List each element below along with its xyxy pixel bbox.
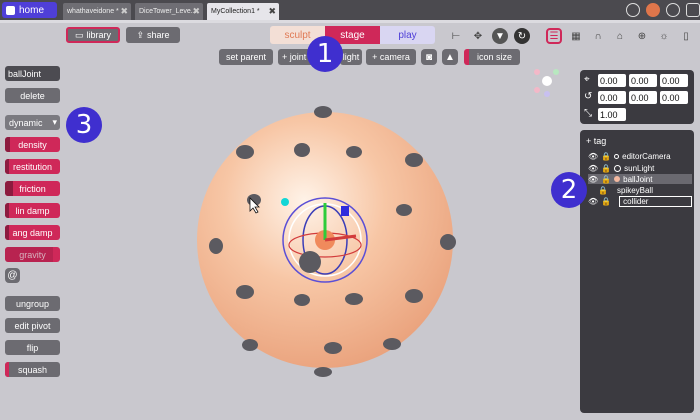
ang-damp-label: ang damp — [12, 227, 53, 238]
tree-item-spikeyball[interactable]: 🔒 spikeyBall — [588, 185, 692, 195]
squash-label: squash — [17, 364, 48, 375]
position-icon: ⌖ — [584, 74, 590, 85]
tree-item-collider[interactable]: 👁 🔒 collider — [588, 195, 692, 207]
flip-label: flip — [26, 342, 39, 353]
plus-icon: + — [586, 136, 592, 146]
link-icon[interactable]: @ — [5, 268, 20, 283]
joint-node-icon — [614, 176, 621, 182]
position-z-field[interactable]: 0.00 — [660, 74, 688, 87]
restitution-slider[interactable]: restitution — [5, 159, 60, 174]
light-node-icon — [614, 164, 622, 172]
object-name: ballJoint — [8, 68, 42, 79]
density-label: density — [18, 139, 47, 150]
position-y-field[interactable]: 0.00 — [629, 74, 657, 87]
tree-item-balljoint[interactable]: 👁 🔒 ballJoint — [588, 174, 692, 184]
chevron-down-icon: ▾ — [52, 117, 57, 127]
tree-item-label: sunLight — [624, 163, 655, 173]
edit-pivot-button[interactable]: edit pivot — [5, 318, 60, 333]
camera-node-icon — [614, 153, 620, 159]
callout-badge-2: 2 — [551, 172, 587, 208]
tree-item-label: ballJoint — [623, 174, 653, 184]
ungroup-label: ungroup — [15, 298, 50, 309]
ang-damp-slider[interactable]: ang damp — [5, 225, 60, 240]
eye-icon[interactable]: 👁 — [588, 197, 598, 206]
position-x-field[interactable]: 0.00 — [598, 74, 626, 87]
rotation-z-field[interactable]: 0.00 — [660, 91, 688, 104]
eye-icon[interactable]: 👁 — [588, 152, 598, 161]
callout-badge-1: 1 — [307, 36, 343, 72]
lin-damp-label: lin damp — [15, 205, 50, 216]
tree-item-editorcamera[interactable]: 👁 🔒 editorCamera — [588, 151, 692, 161]
tree-item-label: spikeyBall — [616, 185, 653, 195]
orientation-gizmo[interactable] — [534, 69, 559, 97]
friction-label: friction — [19, 183, 46, 194]
rotation-x-field[interactable]: 0.00 — [598, 91, 626, 104]
object-name-field[interactable]: ballJoint — [5, 66, 60, 81]
gravity-slider[interactable]: gravity — [5, 247, 60, 262]
lock-icon[interactable]: 🔒 — [601, 197, 611, 206]
density-slider[interactable]: density — [5, 137, 60, 152]
restitution-label: restitution — [12, 161, 53, 172]
lock-icon[interactable]: 🔒 — [601, 164, 611, 173]
scale-icon: ⤡ — [584, 108, 592, 119]
delete-button[interactable]: delete — [5, 88, 60, 103]
rotation-y-field[interactable]: 0.00 — [629, 91, 657, 104]
edit-pivot-label: edit pivot — [14, 320, 51, 331]
tree-item-label: editorCamera — [622, 151, 671, 161]
eye-icon[interactable]: 👁 — [588, 164, 598, 173]
add-tag-button[interactable]: + tag — [586, 136, 606, 146]
eye-icon[interactable]: 👁 — [588, 175, 598, 184]
rotation-icon: ↺ — [584, 91, 593, 102]
flip-button[interactable]: flip — [5, 340, 60, 355]
lock-icon[interactable]: 🔒 — [598, 186, 608, 195]
scale-field[interactable]: 1.00 — [598, 108, 626, 121]
tree-item-sunlight[interactable]: 👁 🔒 sunLight — [588, 163, 692, 173]
lock-icon[interactable]: 🔒 — [601, 152, 611, 161]
squash-slider[interactable]: squash — [5, 362, 60, 377]
body-type-value: dynamic — [9, 117, 43, 128]
add-tag-label: tag — [593, 136, 607, 146]
lin-damp-slider[interactable]: lin damp — [5, 203, 60, 218]
delete-label: delete — [20, 90, 45, 101]
callout-badge-3: 3 — [66, 107, 102, 143]
body-type-select[interactable]: dynamic ▾ — [5, 115, 60, 130]
tree-item-label: collider — [619, 195, 692, 207]
friction-slider[interactable]: friction — [5, 181, 60, 196]
ungroup-button[interactable]: ungroup — [5, 296, 60, 311]
lock-icon[interactable]: 🔒 — [601, 175, 611, 184]
